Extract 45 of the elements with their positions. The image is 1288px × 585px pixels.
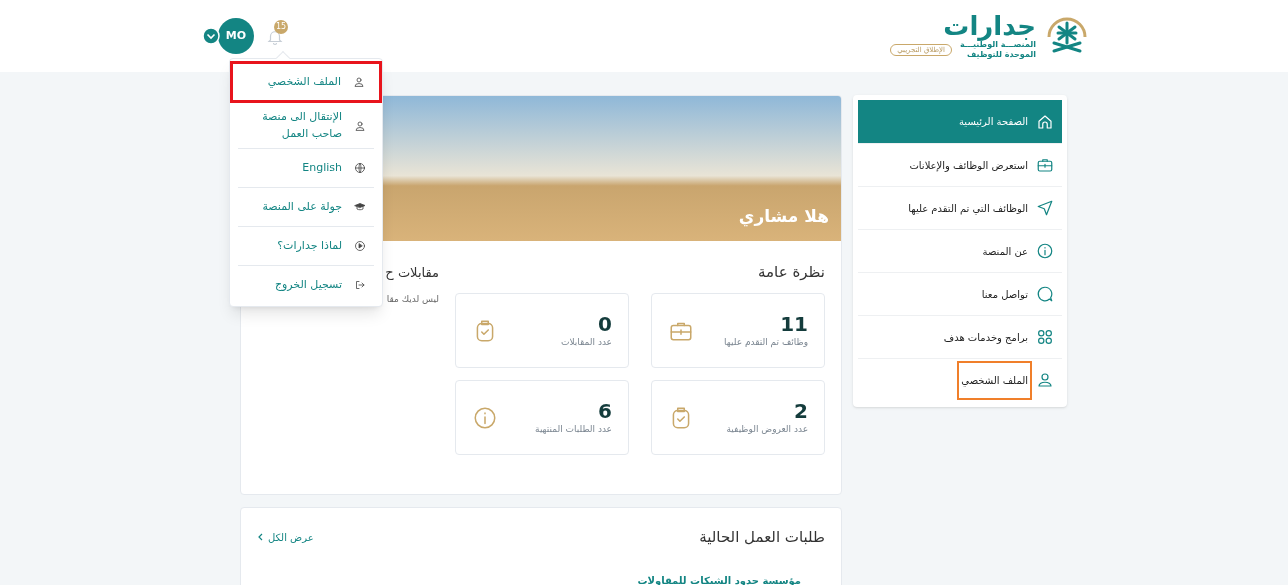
menu-item[interactable]: جولة على المنصة <box>238 187 374 226</box>
sidebar-item[interactable]: الصفحة الرئيسية <box>858 100 1062 143</box>
logo-subtitle: المنصـــة الوطنيـــة الموحدة للتوظيف <box>960 40 1036 60</box>
stat-label: عدد العروض الوظيفية <box>726 422 808 436</box>
graduation-cap-icon <box>354 201 366 213</box>
sidebar-item[interactable]: برامج وخدمات هدف <box>858 315 1062 358</box>
play-circle-icon <box>354 240 366 252</box>
interviews-message: ليس لديك مقا <box>385 293 439 306</box>
sidebar-item[interactable]: تواصل معنا <box>858 272 1062 315</box>
paper-plane-icon <box>1036 199 1054 217</box>
stat-label: وظائف تم التقدم عليها <box>724 335 808 350</box>
stat-value: 0 <box>598 311 612 336</box>
chevron-down-icon[interactable] <box>202 27 220 45</box>
greeting-text: هلا مشاري <box>738 204 829 229</box>
view-all-link[interactable]: عرض الكل <box>257 529 314 545</box>
menu-item[interactable]: الملف الشخصي <box>230 61 382 103</box>
globe-icon <box>354 162 366 174</box>
info-icon <box>1036 242 1054 260</box>
stat-label: عدد المقابلات <box>560 335 612 349</box>
grid-icon <box>1036 328 1054 346</box>
person-icon <box>1036 371 1054 389</box>
person-icon <box>353 76 365 88</box>
bell-icon <box>266 28 284 46</box>
person-icon <box>354 119 366 132</box>
applications-title: طلبات العمل الحالية <box>699 527 825 548</box>
sidebar-item[interactable]: استعرض الوظائف والإعلانات <box>858 143 1062 186</box>
chat-bubble-icon <box>1036 285 1054 303</box>
menu-item[interactable]: لماذا جدارات؟ <box>238 226 374 265</box>
sidebar-item[interactable]: الملف الشخصي <box>858 358 1062 401</box>
menu-item[interactable]: تسجيل الخروج <box>238 265 374 304</box>
stat-value: 11 <box>780 311 808 336</box>
menu-item[interactable]: English <box>238 148 374 187</box>
sidebar-item[interactable]: الوظائف التي تم التقدم عليها <box>858 186 1062 229</box>
logo-title: جدارات <box>943 12 1036 40</box>
chevron-left-icon <box>257 533 264 542</box>
logout-icon <box>354 279 366 291</box>
briefcase-icon <box>1036 156 1054 174</box>
stat-value: 6 <box>598 398 612 423</box>
sidebar-item[interactable]: عن المنصة <box>858 229 1062 272</box>
notification-count: 15 <box>274 20 288 34</box>
overview-title: نظرة عامة <box>757 262 825 283</box>
menu-item[interactable]: الإنتقال الى منصة صاحب العمل <box>238 103 374 148</box>
stat-label: عدد الطلبات المنتهية <box>535 422 612 436</box>
avatar-button[interactable]: MO <box>218 18 254 54</box>
stat-value: 2 <box>794 398 808 423</box>
